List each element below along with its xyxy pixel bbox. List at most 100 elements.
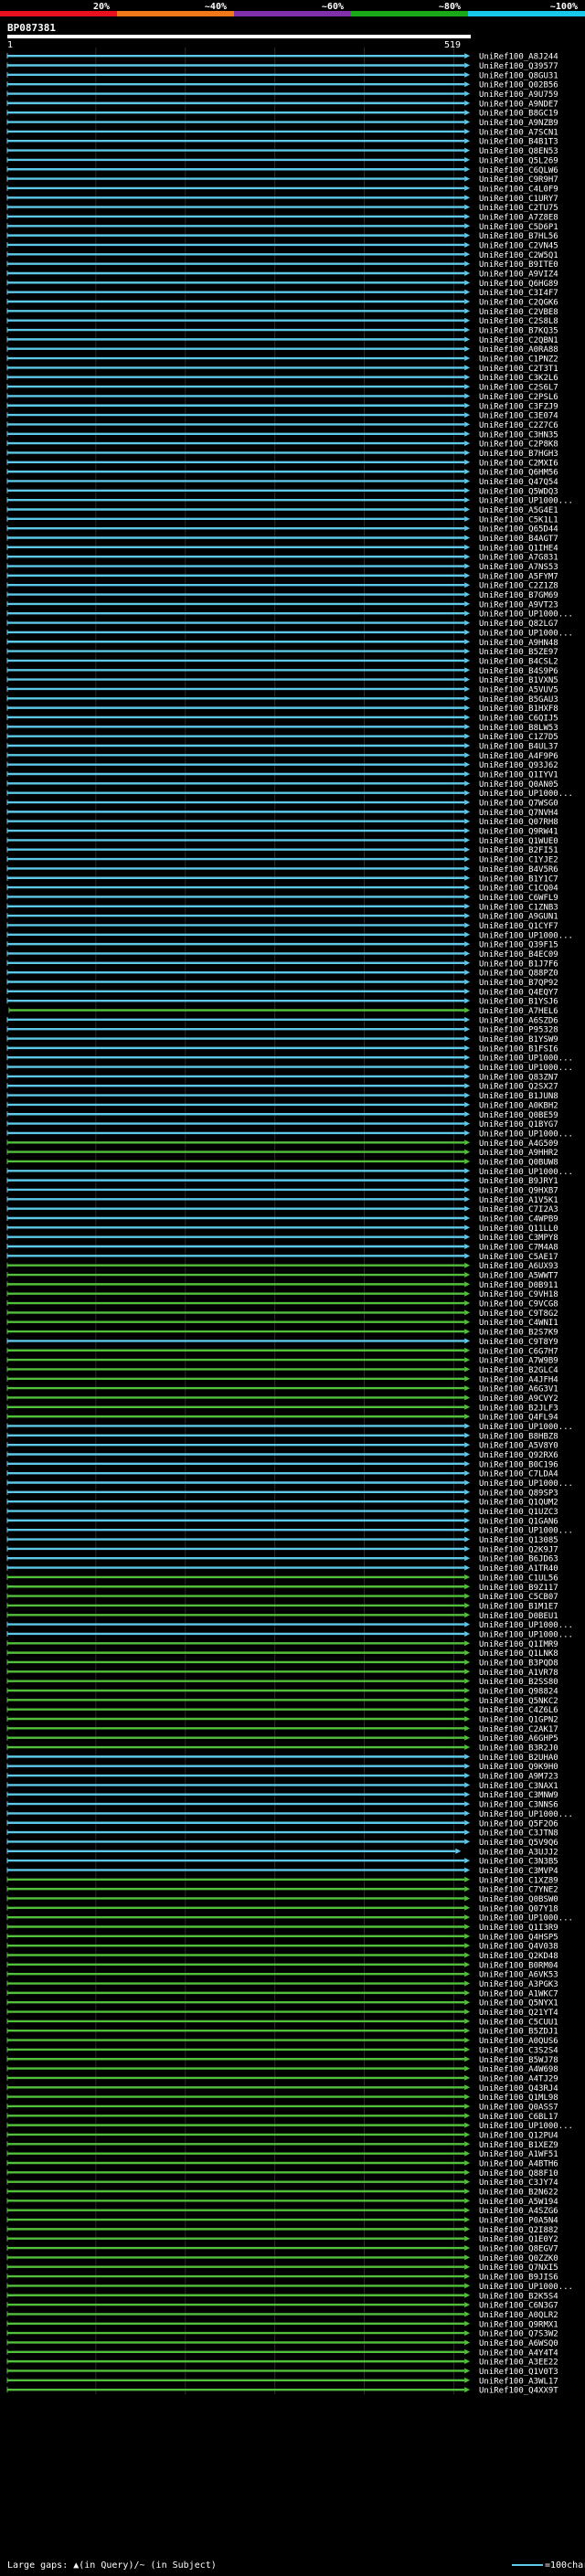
hit-label[interactable]: UniRef100_C6BL17 (479, 2113, 558, 2122)
hit-label[interactable]: UniRef100_C5D6P1 (479, 223, 558, 232)
hit-label[interactable]: UniRef100_Q1GAN6 (479, 1517, 558, 1526)
hit-label[interactable]: UniRef100_B0RM04 (479, 1961, 558, 1970)
hit-label[interactable]: UniRef100_Q07Y18 (479, 1904, 558, 1913)
hit-label[interactable]: UniRef100_C9T8G2 (479, 1309, 558, 1319)
hit-label[interactable]: UniRef100_Q4V038 (479, 1943, 558, 1952)
hit-label[interactable]: UniRef100_C3S2S4 (479, 2046, 558, 2055)
hit-label[interactable]: UniRef100_A7G831 (479, 554, 558, 563)
hit-label[interactable]: UniRef100_A3WL17 (479, 2377, 558, 2386)
hit-label[interactable]: UniRef100_C7M4A8 (479, 1244, 558, 1253)
hit-label[interactable]: UniRef100_C1Z7D5 (479, 733, 558, 742)
hit-label[interactable]: UniRef100_P95328 (479, 1026, 558, 1035)
hit-label[interactable]: UniRef100_A3EE22 (479, 2359, 558, 2368)
hit-label[interactable]: UniRef100_C4Z6L6 (479, 1706, 558, 1715)
hit-label[interactable]: UniRef100_Q1ML98 (479, 2094, 558, 2103)
hit-label[interactable]: UniRef100_A0KBH2 (479, 1101, 558, 1110)
hit-label[interactable]: UniRef100_Q98824 (479, 1687, 558, 1696)
hit-label[interactable]: UniRef100_B3R2J0 (479, 1744, 558, 1754)
hit-label[interactable]: UniRef100_B1XEZ9 (479, 2141, 558, 2150)
hit-label[interactable]: UniRef100_Q1CYF7 (479, 922, 558, 931)
hit-label[interactable]: UniRef100_A9VT23 (479, 600, 558, 610)
hit-label[interactable]: UniRef100_C1PNZ2 (479, 355, 558, 365)
hit-label[interactable]: UniRef100_B5ZDJ1 (479, 2028, 558, 2037)
hit-label[interactable]: UniRef100_B4EC09 (479, 950, 558, 959)
hit-label[interactable]: UniRef100_B1HXF8 (479, 705, 558, 714)
hit-label[interactable]: UniRef100_A5WWT7 (479, 1272, 558, 1281)
hit-label[interactable]: UniRef100_C1YJE2 (479, 856, 558, 865)
hit-label[interactable]: UniRef100_A4Y4T4 (479, 2348, 558, 2358)
hit-label[interactable]: UniRef100_B2FI51 (479, 846, 558, 855)
hit-label[interactable]: UniRef100_A9CVY2 (479, 1394, 558, 1404)
hit-label[interactable]: UniRef100_Q2KD48 (479, 1952, 558, 1961)
hit-label[interactable]: UniRef100_UP1000... (479, 1168, 573, 1177)
hit-label[interactable]: UniRef100_C3MVP4 (479, 1867, 558, 1876)
hit-label[interactable]: UniRef100_Q0BUW8 (479, 1158, 558, 1167)
hit-label[interactable]: UniRef100_B9Z117 (479, 1584, 558, 1593)
hit-label[interactable]: UniRef100_Q65D44 (479, 525, 558, 535)
hit-label[interactable]: UniRef100_B7KQ35 (479, 327, 558, 336)
hit-label[interactable]: UniRef100_Q1UZC3 (479, 1508, 558, 1517)
hit-label[interactable]: UniRef100_Q5NYX1 (479, 1999, 558, 2009)
hit-label[interactable]: UniRef100_C1UL56 (479, 1574, 558, 1583)
hit-label[interactable]: UniRef100_A4W698 (479, 2065, 558, 2074)
hit-label[interactable]: UniRef100_C2AK17 (479, 1725, 558, 1734)
hit-label[interactable]: UniRef100_Q1IYV1 (479, 771, 558, 780)
hit-label[interactable]: UniRef100_UP1000... (479, 1129, 573, 1139)
hit-label[interactable]: UniRef100_C7YNE2 (479, 1886, 558, 1895)
hit-label[interactable]: UniRef100_Q5L269 (479, 156, 558, 165)
hit-label[interactable]: UniRef100_B2K5S4 (479, 2292, 558, 2301)
hit-label[interactable]: UniRef100_C1URY7 (479, 195, 558, 204)
hit-label[interactable]: UniRef100_Q7S3W2 (479, 2330, 558, 2339)
hit-label[interactable]: UniRef100_C1XZ89 (479, 1876, 558, 1885)
hit-label[interactable]: UniRef100_B5ZE97 (479, 648, 558, 657)
hit-label[interactable]: UniRef100_C4L0F9 (479, 185, 558, 194)
hit-label[interactable]: UniRef100_B8LW53 (479, 724, 558, 733)
hit-label[interactable]: UniRef100_B8GC19 (479, 110, 558, 119)
hit-label[interactable]: UniRef100_Q8EN53 (479, 147, 558, 156)
hit-label[interactable]: UniRef100_C3I4F7 (479, 289, 558, 298)
hit-label[interactable]: UniRef100_UP1000... (479, 2122, 573, 2131)
hit-label[interactable]: UniRef100_C9R9H7 (479, 175, 558, 185)
hit-label[interactable]: UniRef100_B4B1T3 (479, 138, 558, 147)
hit-label[interactable]: UniRef100_UP1000... (479, 790, 573, 799)
hit-label[interactable]: UniRef100_A1WF51 (479, 2150, 558, 2159)
hit-label[interactable]: UniRef100_Q0BSW0 (479, 1895, 558, 1904)
hit-label[interactable]: UniRef100_A6SZD6 (479, 1016, 558, 1025)
hit-label[interactable]: UniRef100_C5CUU1 (479, 2018, 558, 2027)
hit-label[interactable]: UniRef100_B9JIS6 (479, 2274, 558, 2283)
hit-label[interactable]: UniRef100_C2MXI6 (479, 459, 558, 468)
hit-label[interactable]: UniRef100_A5VUV5 (479, 685, 558, 694)
hit-label[interactable]: UniRef100_B5GAU3 (479, 695, 558, 705)
hit-label[interactable]: UniRef100_A1TR40 (479, 1564, 558, 1574)
hit-label[interactable]: UniRef100_A7HEL6 (479, 1007, 558, 1016)
hit-label[interactable]: UniRef100_Q93J62 (479, 761, 558, 770)
hit-label[interactable]: UniRef100_Q1QUM2 (479, 1499, 558, 1508)
hit-label[interactable]: UniRef100_UP1000... (479, 1064, 573, 1073)
hit-label[interactable]: UniRef100_B4UL37 (479, 742, 558, 751)
hit-label[interactable]: UniRef100_A9GUN1 (479, 913, 558, 922)
hit-label[interactable]: UniRef100_UP1000... (479, 1055, 573, 1064)
hit-label[interactable]: UniRef100_C4WNI1 (479, 1319, 558, 1328)
hit-label[interactable]: UniRef100_UP1000... (479, 1621, 573, 1630)
hit-label[interactable]: UniRef100_C9VCG8 (479, 1300, 558, 1309)
hit-label[interactable]: UniRef100_A5G4E1 (479, 506, 558, 515)
hit-label[interactable]: UniRef100_B4S9P6 (479, 667, 558, 676)
hit-label[interactable]: UniRef100_Q1IMR9 (479, 1640, 558, 1649)
hit-label[interactable]: UniRef100_B0C196 (479, 1460, 558, 1469)
hit-label[interactable]: UniRef100_UP1000... (479, 610, 573, 620)
hit-label[interactable]: UniRef100_C2P8K8 (479, 440, 558, 450)
hit-label[interactable]: UniRef100_Q1E0Y2 (479, 2235, 558, 2244)
hit-label[interactable]: UniRef100_Q13085 (479, 1536, 558, 1545)
hit-label[interactable]: UniRef100_Q02B56 (479, 81, 558, 90)
hit-label[interactable]: UniRef100_A9VIZ4 (479, 270, 558, 279)
hit-label[interactable]: UniRef100_UP1000... (479, 1914, 573, 1924)
hit-label[interactable]: UniRef100_UP1000... (479, 1630, 573, 1639)
hit-label[interactable]: UniRef100_C2TU75 (479, 204, 558, 213)
hit-label[interactable]: UniRef100_D0B911 (479, 1281, 558, 1290)
hit-label[interactable]: UniRef100_A4TJ29 (479, 2074, 558, 2083)
hit-label[interactable]: UniRef100_A7SCN1 (479, 128, 558, 137)
hit-label[interactable]: UniRef100_UP1000... (479, 497, 573, 506)
hit-label[interactable]: UniRef100_B7QP92 (479, 979, 558, 988)
hit-label[interactable]: UniRef100_Q11LL0 (479, 1224, 558, 1234)
hit-label[interactable]: UniRef100_Q39577 (479, 62, 558, 71)
